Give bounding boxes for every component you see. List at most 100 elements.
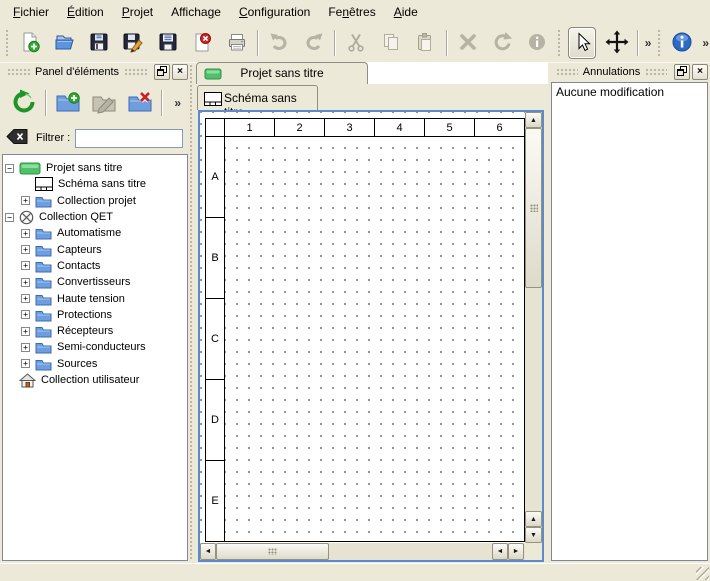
scroll-up-button[interactable]: ▲ bbox=[525, 511, 542, 527]
expand-icon[interactable]: + bbox=[21, 278, 30, 287]
collapse-icon[interactable]: − bbox=[5, 213, 14, 222]
tab-schema-sans-titre[interactable]: Schéma sans titre bbox=[197, 85, 318, 110]
close-button[interactable]: × bbox=[172, 64, 188, 80]
delete-button[interactable] bbox=[454, 27, 483, 59]
scroll-down-button[interactable]: ▼ bbox=[525, 527, 542, 543]
undo-history-list[interactable]: Aucune modification bbox=[551, 82, 708, 561]
edit-category-button[interactable] bbox=[88, 87, 120, 119]
tree-item-sources[interactable]: + Sources bbox=[3, 356, 187, 372]
pan-tool-button[interactable] bbox=[602, 27, 631, 59]
menu-fenetres[interactable]: Fenêtres bbox=[319, 1, 384, 23]
tree-item-recepteurs[interactable]: + Récepteurs bbox=[3, 323, 187, 339]
annulations-titlebar[interactable]: Annulations × bbox=[551, 64, 708, 80]
expand-icon[interactable]: + bbox=[21, 261, 30, 270]
new-document-button[interactable] bbox=[15, 27, 44, 59]
scroll-left-button[interactable]: ◄ bbox=[200, 543, 216, 560]
collapse-icon[interactable]: − bbox=[5, 164, 14, 173]
menu-projet[interactable]: Projet bbox=[113, 1, 162, 23]
copy-button[interactable] bbox=[377, 27, 406, 59]
toolbar-separator bbox=[257, 30, 259, 56]
select-tool-button[interactable] bbox=[568, 27, 597, 59]
close-button[interactable]: × bbox=[692, 64, 708, 80]
menu-fichier[interactable]: Fichier bbox=[4, 1, 58, 23]
menu-configuration[interactable]: Configuration bbox=[230, 1, 319, 23]
horizontal-scroll-thumb[interactable] bbox=[216, 543, 329, 560]
rotate-button[interactable] bbox=[488, 27, 517, 59]
folder-icon bbox=[35, 259, 52, 273]
panel-overflow-chevron[interactable]: » bbox=[171, 96, 184, 110]
folder-icon bbox=[35, 226, 52, 240]
scroll-left-button[interactable]: ◄ bbox=[492, 543, 508, 560]
horizontal-scrollbar[interactable]: ◄ ◄ ► bbox=[200, 543, 525, 560]
redo-button[interactable] bbox=[300, 27, 329, 59]
tab-projet-sans-titre[interactable]: Projet sans titre bbox=[196, 62, 368, 84]
vertical-scroll-thumb[interactable] bbox=[525, 128, 542, 288]
clear-filter-button[interactable] bbox=[6, 128, 29, 148]
toolbar-overflow-chevron[interactable]: » bbox=[642, 36, 655, 50]
cut-button[interactable] bbox=[342, 27, 371, 59]
expand-icon[interactable]: + bbox=[21, 359, 30, 368]
tree-item-label: Automatisme bbox=[57, 227, 121, 239]
toolbar-grip[interactable] bbox=[657, 29, 661, 57]
save-button[interactable] bbox=[85, 27, 114, 59]
tree-item-capteurs[interactable]: + Capteurs bbox=[3, 241, 187, 257]
expand-icon[interactable]: + bbox=[21, 343, 30, 352]
diagram-canvas[interactable]: 1 2 3 4 5 6 A B C D E bbox=[200, 112, 525, 543]
save-as-button[interactable] bbox=[119, 27, 148, 59]
tree-item-automatisme[interactable]: + Automatisme bbox=[3, 225, 187, 241]
annulations-title: Annulations bbox=[583, 66, 641, 78]
close-document-icon bbox=[191, 31, 213, 56]
menu-aide[interactable]: Aide bbox=[385, 1, 427, 23]
tree-item-haute-tension[interactable]: + Haute tension bbox=[3, 290, 187, 306]
menu-edition[interactable]: Édition bbox=[58, 1, 113, 23]
toolbar-grip[interactable] bbox=[557, 29, 561, 57]
tree-item-protections[interactable]: + Protections bbox=[3, 307, 187, 323]
scroll-up-button[interactable]: ▲ bbox=[525, 112, 542, 128]
scroll-right-button[interactable]: ► bbox=[508, 543, 524, 560]
about-info-button[interactable] bbox=[668, 27, 697, 59]
select-arrow-icon bbox=[571, 31, 593, 56]
float-button[interactable] bbox=[674, 64, 690, 80]
paste-button[interactable] bbox=[411, 27, 440, 59]
delete-category-button[interactable] bbox=[124, 87, 156, 119]
properties-button[interactable] bbox=[523, 27, 552, 59]
elements-panel-titlebar[interactable]: Panel d'éléments × bbox=[2, 64, 188, 80]
tree-item-label: Collection QET bbox=[39, 211, 113, 223]
folder-icon bbox=[35, 357, 52, 371]
tree-item-convertisseurs[interactable]: + Convertisseurs bbox=[3, 274, 187, 290]
expand-icon[interactable]: + bbox=[21, 310, 30, 319]
folder-icon bbox=[35, 324, 52, 338]
toolbar-grip[interactable] bbox=[5, 29, 9, 57]
tree-item-collection-utilisateur[interactable]: Collection utilisateur bbox=[3, 372, 187, 388]
print-button[interactable] bbox=[223, 27, 252, 59]
expand-icon[interactable]: + bbox=[21, 229, 30, 238]
expand-icon[interactable]: + bbox=[21, 327, 30, 336]
dock-splitter[interactable] bbox=[189, 64, 193, 561]
tree-item-collection-qet[interactable]: − Collection QET bbox=[3, 209, 187, 225]
float-button[interactable] bbox=[154, 64, 170, 80]
vertical-scrollbar[interactable]: ▲ ▲ ▼ bbox=[525, 112, 542, 543]
expand-icon[interactable]: + bbox=[21, 196, 30, 205]
menu-affichage[interactable]: Affichage bbox=[162, 1, 230, 23]
row-header: B bbox=[205, 217, 225, 299]
close-document-button[interactable] bbox=[188, 27, 217, 59]
tree-item-collection-projet[interactable]: + Collection projet bbox=[3, 193, 187, 209]
tree-item-project[interactable]: − Projet sans titre bbox=[3, 160, 187, 176]
save-as-icon bbox=[122, 31, 144, 56]
expand-icon[interactable]: + bbox=[21, 245, 30, 254]
filter-input[interactable] bbox=[75, 129, 183, 148]
tree-item-schema[interactable]: Schéma sans titre bbox=[3, 176, 187, 192]
expand-icon[interactable]: + bbox=[21, 294, 30, 303]
size-grip[interactable] bbox=[696, 567, 709, 580]
tree-item-label: Collection utilisateur bbox=[41, 374, 139, 386]
reload-collections-button[interactable] bbox=[8, 87, 40, 119]
undo-button[interactable] bbox=[265, 27, 294, 59]
row-header: D bbox=[205, 379, 225, 461]
filter-label: Filtrer : bbox=[36, 132, 70, 144]
tree-item-semi-conducteurs[interactable]: + Semi-conducteurs bbox=[3, 339, 187, 355]
new-category-button[interactable] bbox=[52, 87, 84, 119]
toolbar-overflow-chevron[interactable]: » bbox=[699, 36, 710, 50]
open-document-button[interactable] bbox=[50, 27, 79, 59]
save-all-button[interactable] bbox=[154, 27, 183, 59]
tree-item-contacts[interactable]: + Contacts bbox=[3, 258, 187, 274]
